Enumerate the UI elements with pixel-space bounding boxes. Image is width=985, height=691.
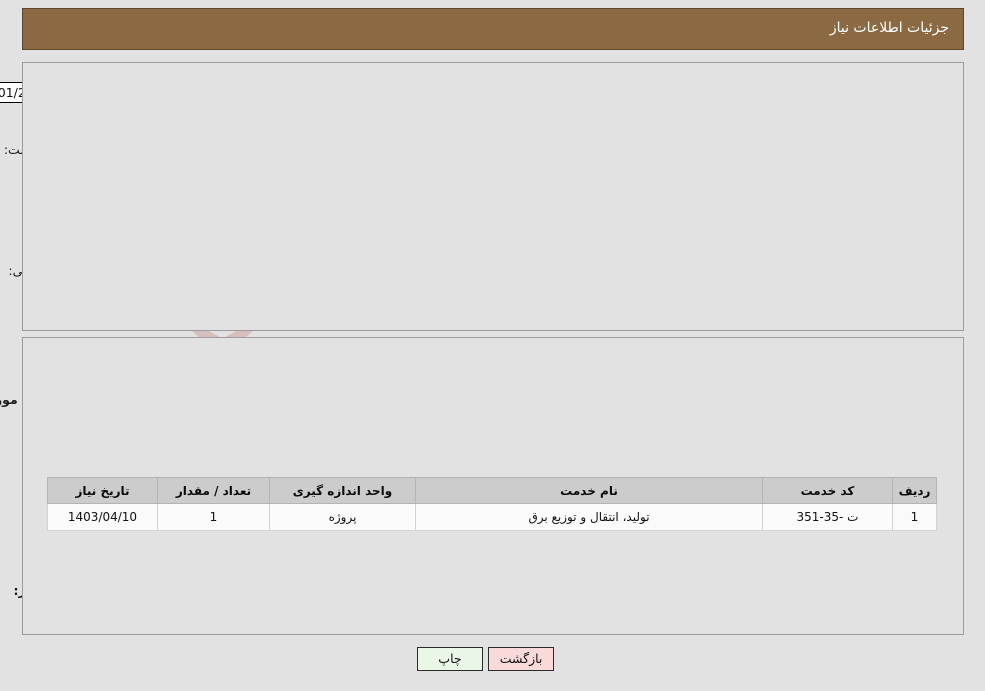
th-need-date: تاریخ نیاز [47,477,158,504]
services-table: ردیف کد خدمت نام خدمت واحد اندازه گیری ت… [47,477,937,531]
table-row[interactable]: 1 ت -35-351 تولید، انتقال و توزیع برق پر… [47,503,937,531]
th-service-code: کد خدمت [762,477,893,504]
th-quantity: تعداد / مقدار [157,477,270,504]
need-info-panel [22,62,964,331]
back-button[interactable]: بازگشت [488,647,555,671]
cell-need-date: 1403/04/10 [47,503,158,531]
cell-unit: پروژه [269,503,416,531]
th-unit: واحد اندازه گیری [269,477,416,504]
cell-row-no: 1 [892,503,937,531]
th-row-no: ردیف [892,477,937,504]
page-title: جزئیات اطلاعات نیاز [829,20,949,36]
th-service-name: نام خدمت [415,477,763,504]
table-header-row: ردیف کد خدمت نام خدمت واحد اندازه گیری ت… [47,477,937,504]
cell-service-name: تولید، انتقال و توزیع برق [415,503,763,531]
print-button[interactable]: چاپ [416,647,483,671]
cell-quantity: 1 [157,503,270,531]
footer-button-row: بازگشت چاپ [0,647,985,671]
cell-service-code: ت -35-351 [762,503,893,531]
page-header-bar: جزئیات اطلاعات نیاز [22,8,964,50]
page-root: ArtaTender.net جزئیات اطلاعات نیاز شماره… [0,0,985,691]
